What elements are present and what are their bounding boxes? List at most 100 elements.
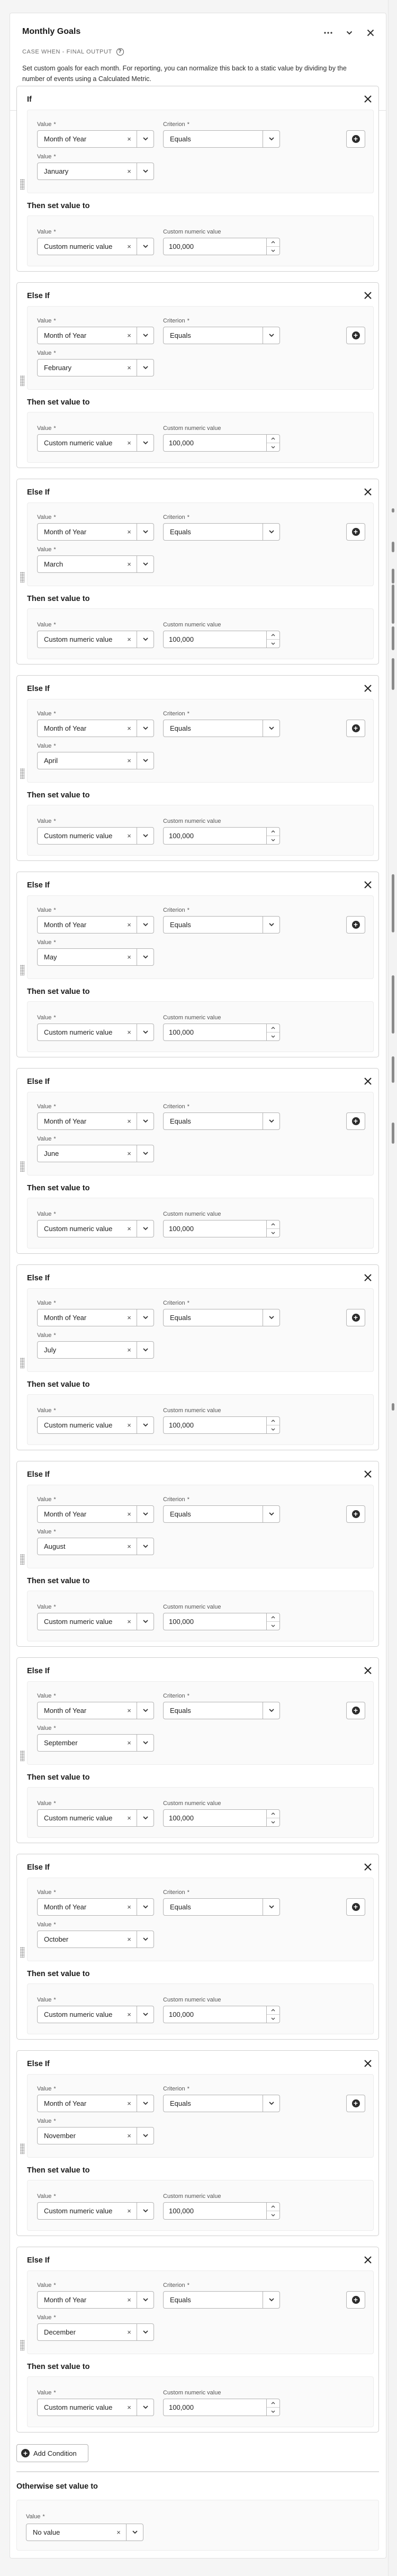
number-stepper[interactable] [266,1613,279,1630]
chevron-up-icon[interactable] [267,2399,279,2408]
chevron-down-icon[interactable] [137,1538,154,1555]
dimension-select[interactable]: Month of Year × [37,1898,154,1916]
criterion-select[interactable]: Equals [163,2095,280,2112]
dimension-select[interactable]: Month of Year × [37,130,154,148]
number-stepper[interactable] [266,828,279,844]
chevron-down-icon[interactable] [263,1702,279,1719]
remove-condition-button[interactable] [363,2058,373,2069]
chevron-down-icon[interactable] [267,443,279,451]
chevron-down-icon[interactable] [263,720,279,737]
match-value-select[interactable]: December × [37,2323,154,2341]
match-value-select[interactable]: October × [37,1931,154,1948]
dimension-select[interactable]: Month of Year × [37,1112,154,1130]
criterion-select[interactable]: Equals [163,523,280,541]
criterion-select[interactable]: Equals [163,1702,280,1719]
scrollbar-thumb[interactable] [392,585,394,624]
custom-value-input[interactable]: 100,000 [163,1613,280,1630]
custom-value[interactable]: 100,000 [164,1028,266,1036]
custom-value[interactable]: 100,000 [164,2403,266,2411]
custom-value[interactable]: 100,000 [164,2207,266,2215]
chevron-down-icon[interactable] [137,631,154,648]
chevron-down-icon[interactable] [263,1113,279,1129]
clear-icon[interactable]: × [122,1739,137,1747]
chevron-down-icon[interactable] [137,720,154,737]
result-type-select[interactable]: Custom numeric value × [37,434,154,452]
scrollbar-thumb[interactable] [392,1403,394,1411]
scrollbar-thumb[interactable] [392,975,394,1034]
chevron-down-icon[interactable] [137,2128,154,2144]
dimension-select[interactable]: Month of Year × [37,916,154,934]
chevron-down-icon[interactable] [263,1309,279,1326]
result-type-select[interactable]: Custom numeric value × [37,2006,154,2023]
clear-icon[interactable]: × [122,2207,137,2215]
chevron-down-icon[interactable] [263,327,279,344]
chevron-up-icon[interactable] [267,2006,279,2015]
drag-handle[interactable] [20,965,24,975]
match-value-select[interactable]: July × [37,1341,154,1359]
scrollbar-thumb[interactable] [392,1123,394,1144]
chevron-down-icon[interactable] [137,1613,154,1630]
dimension-select[interactable]: Month of Year × [37,523,154,541]
custom-value[interactable]: 100,000 [164,832,266,840]
clear-icon[interactable]: × [122,2403,137,2411]
match-value-select[interactable]: April × [37,752,154,769]
chevron-down-icon[interactable] [263,2095,279,2112]
match-value-select[interactable]: November × [37,2127,154,2144]
chevron-up-icon[interactable] [267,435,279,443]
chevron-up-icon[interactable] [267,1220,279,1229]
chevron-down-icon[interactable] [137,1113,154,1129]
drag-handle[interactable] [20,375,24,386]
chevron-up-icon[interactable] [267,238,279,247]
drag-handle[interactable] [20,1358,24,1368]
chevron-down-icon[interactable] [137,435,154,451]
chevron-down-icon[interactable] [137,1810,154,1826]
clear-icon[interactable]: × [122,1903,137,1911]
chevron-up-icon[interactable] [267,2203,279,2211]
drag-handle[interactable] [20,572,24,582]
chevron-down-icon[interactable] [137,2324,154,2340]
chevron-down-icon[interactable] [137,131,154,147]
criterion-select[interactable]: Equals [163,1505,280,1523]
chevron-down-icon[interactable] [137,1342,154,1358]
remove-condition-button[interactable] [363,1862,373,1872]
result-type-select[interactable]: Custom numeric value × [37,1809,154,1827]
drag-handle[interactable] [20,1161,24,1172]
number-stepper[interactable] [266,1220,279,1237]
clear-icon[interactable]: × [122,757,137,765]
number-stepper[interactable] [266,435,279,451]
chevron-down-icon[interactable] [345,28,354,38]
otherwise-value-select[interactable]: No value × [26,2524,143,2541]
custom-value-input[interactable]: 100,000 [163,1220,280,1237]
criterion-select[interactable]: Equals [163,916,280,934]
clear-icon[interactable]: × [111,2528,126,2536]
chevron-down-icon[interactable] [267,2408,279,2416]
add-criterion-button[interactable]: + [346,523,365,541]
chevron-down-icon[interactable] [137,1145,154,1162]
clear-icon[interactable]: × [122,2132,137,2140]
criterion-select[interactable]: Equals [163,1309,280,1326]
chevron-down-icon[interactable] [267,1425,279,1433]
chevron-down-icon[interactable] [137,828,154,844]
match-value-select[interactable]: August × [37,1538,154,1555]
more-icon[interactable] [323,28,333,38]
chevron-down-icon[interactable] [267,1818,279,1826]
clear-icon[interactable]: × [122,2099,137,2107]
custom-value-input[interactable]: 100,000 [163,631,280,648]
result-type-select[interactable]: Custom numeric value × [37,1416,154,1434]
number-stepper[interactable] [266,238,279,255]
result-type-select[interactable]: Custom numeric value × [37,238,154,255]
drag-handle[interactable] [20,179,24,190]
scrollbar-thumb[interactable] [392,542,394,552]
clear-icon[interactable]: × [122,1117,137,1125]
clear-icon[interactable]: × [122,1510,137,1518]
chevron-down-icon[interactable] [137,1735,154,1751]
clear-icon[interactable]: × [122,1814,137,1822]
custom-value-input[interactable]: 100,000 [163,434,280,452]
custom-value[interactable]: 100,000 [164,439,266,447]
remove-condition-button[interactable] [363,290,373,301]
scrollbar-thumb[interactable] [392,569,394,584]
dimension-select[interactable]: Month of Year × [37,327,154,344]
custom-value-input[interactable]: 100,000 [163,827,280,845]
add-criterion-button[interactable]: + [346,2291,365,2309]
add-criterion-button[interactable]: + [346,916,365,934]
